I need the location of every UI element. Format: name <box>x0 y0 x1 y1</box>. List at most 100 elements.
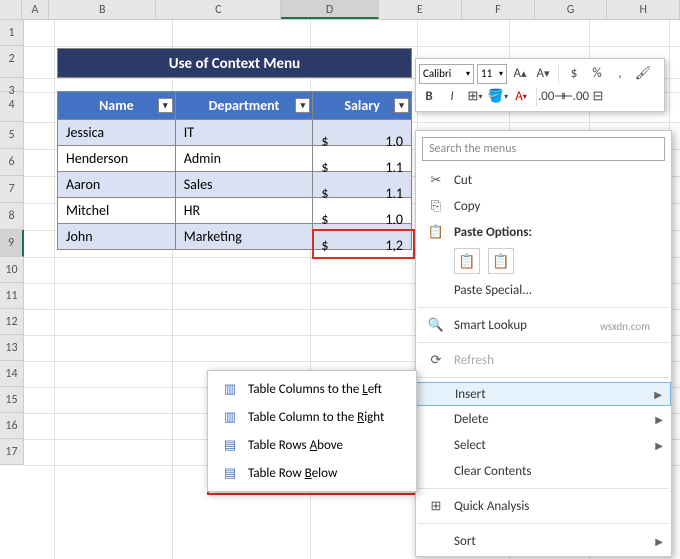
menu-delete[interactable]: Delete▶ <box>416 406 671 432</box>
col-F[interactable]: F <box>462 0 535 19</box>
decrease-font-icon[interactable]: A▾ <box>533 64 553 84</box>
watermark: wsxdn.com <box>600 320 650 333</box>
menu-select[interactable]: Select▶ <box>416 432 671 458</box>
row-17[interactable]: 17 <box>0 439 24 465</box>
submenu-cols-left[interactable]: ▥Table Columns to the Left <box>208 375 416 403</box>
row-5[interactable]: 5 <box>0 122 24 149</box>
menu-clear-contents[interactable]: Clear Contents <box>416 458 671 484</box>
paste-icon: 📋 <box>424 223 448 241</box>
lookup-icon: 🔍 <box>424 316 448 334</box>
fill-color-icon[interactable]: 🪣▾ <box>488 87 508 107</box>
menu-insert[interactable]: Insert▶ <box>416 382 671 406</box>
menu-cut[interactable]: ✂Cut <box>416 167 671 193</box>
submenu-row-below[interactable]: ▤Table Row Below <box>208 459 416 487</box>
percent-format-icon[interactable]: % <box>587 64 607 84</box>
font-color-icon[interactable]: A▾ <box>511 87 531 107</box>
decrease-decimal-icon[interactable]: ←.00 <box>565 87 585 107</box>
cell-salary[interactable]: $1,0 <box>313 198 412 224</box>
row-4[interactable]: 4 <box>0 92 24 122</box>
row-9[interactable]: 9 <box>0 230 24 257</box>
row-10[interactable]: 10 <box>0 257 24 283</box>
copy-icon: ⎘ <box>424 197 448 215</box>
filter-icon[interactable]: ▾ <box>158 98 173 113</box>
insert-col-right-icon: ▥ <box>218 410 242 425</box>
menu-quick-analysis[interactable]: ⊞Quick Analysis <box>416 493 671 519</box>
row-14[interactable]: 14 <box>0 361 24 387</box>
row-12[interactable]: 12 <box>0 309 24 335</box>
refresh-icon: ⟳ <box>424 351 448 369</box>
insert-row-below-icon: ▤ <box>218 466 242 481</box>
row-headers: 1 2 3 4 5 6 7 8 9 10 11 12 13 14 15 16 1… <box>0 20 24 465</box>
cell-name[interactable]: John <box>58 224 176 250</box>
cell-dept[interactable]: Marketing <box>175 224 313 250</box>
cell-salary[interactable]: $1,1 <box>313 172 412 198</box>
comma-format-icon[interactable]: , <box>610 64 630 84</box>
menu-refresh: ⟳Refresh <box>416 347 671 373</box>
col-H[interactable]: H <box>607 0 680 19</box>
cell-salary[interactable]: $1,0 <box>313 120 412 146</box>
cell-name[interactable]: Jessica <box>58 120 176 146</box>
col-G[interactable]: G <box>535 0 608 19</box>
header-name[interactable]: Name▾ <box>58 92 176 120</box>
bold-icon[interactable]: B <box>419 87 439 107</box>
row-6[interactable]: 6 <box>0 149 24 176</box>
filter-icon[interactable]: ▾ <box>295 98 310 113</box>
cell-dept[interactable]: HR <box>175 198 313 224</box>
corner-cell[interactable] <box>0 0 22 19</box>
cut-icon: ✂ <box>424 171 448 189</box>
row-3[interactable]: 3 <box>0 78 24 92</box>
merge-icon[interactable]: ⊟ <box>588 87 608 107</box>
accounting-format-icon[interactable]: $ <box>564 64 584 84</box>
menu-paste-options-label: 📋Paste Options: <box>416 219 671 245</box>
row-2[interactable]: 2 <box>0 46 24 78</box>
insert-row-above-icon: ▤ <box>218 438 242 453</box>
insert-submenu: ▥Table Columns to the Left ▥Table Column… <box>207 370 417 492</box>
font-picker[interactable]: Calibri▾ <box>419 64 474 84</box>
submenu-arrow-icon: ▶ <box>654 388 662 401</box>
header-dept[interactable]: Department▾ <box>175 92 313 120</box>
menu-search-input[interactable]: Search the menus <box>422 137 665 161</box>
increase-font-icon[interactable]: A▴ <box>510 64 530 84</box>
col-A[interactable]: A <box>22 0 49 19</box>
cell-name[interactable]: Henderson <box>58 146 176 172</box>
menu-copy[interactable]: ⎘Copy <box>416 193 671 219</box>
paste-default-icon[interactable]: 📋 <box>454 248 480 274</box>
cell-name[interactable]: Aaron <box>58 172 176 198</box>
italic-icon[interactable]: I <box>442 87 462 107</box>
format-painter-icon[interactable]: 🖌 <box>633 64 653 84</box>
row-13[interactable]: 13 <box>0 335 24 361</box>
row-16[interactable]: 16 <box>0 413 24 439</box>
submenu-arrow-icon: ▶ <box>655 413 663 426</box>
quick-analysis-icon: ⊞ <box>424 497 448 515</box>
insert-col-left-icon: ▥ <box>218 382 242 397</box>
border-icon[interactable]: ⊞▾ <box>465 87 485 107</box>
row-1[interactable]: 1 <box>0 20 24 46</box>
menu-sort[interactable]: Sort▶ <box>416 528 671 554</box>
cell-salary[interactable]: $1,2 <box>313 224 412 250</box>
increase-decimal-icon[interactable]: .00→ <box>542 87 562 107</box>
filter-icon[interactable]: ▾ <box>394 98 409 113</box>
context-menu: Search the menus ✂Cut ⎘Copy 📋Paste Optio… <box>415 130 672 557</box>
cell-salary[interactable]: $1,1 <box>313 146 412 172</box>
row-11[interactable]: 11 <box>0 283 24 309</box>
col-C[interactable]: C <box>156 0 281 19</box>
header-salary[interactable]: Salary▾ <box>313 92 412 120</box>
title-cell: Use of Context Menu <box>57 48 412 78</box>
row-15[interactable]: 15 <box>0 387 24 413</box>
col-E[interactable]: E <box>379 0 463 19</box>
submenu-rows-above[interactable]: ▤Table Rows Above <box>208 431 416 459</box>
cell-dept[interactable]: Sales <box>175 172 313 198</box>
cell-dept[interactable]: Admin <box>175 146 313 172</box>
paste-values-icon[interactable]: 📋 <box>488 248 514 274</box>
col-B[interactable]: B <box>49 0 156 19</box>
col-D[interactable]: D <box>281 0 378 19</box>
submenu-col-right[interactable]: ▥Table Column to the Right <box>208 403 416 431</box>
row-8[interactable]: 8 <box>0 203 24 230</box>
column-headers: A B C D E F G H <box>0 0 680 20</box>
cell-dept[interactable]: IT <box>175 120 313 146</box>
submenu-arrow-icon: ▶ <box>655 535 663 548</box>
font-size-picker[interactable]: 11▾ <box>477 64 507 84</box>
cell-name[interactable]: Mitchel <box>58 198 176 224</box>
row-7[interactable]: 7 <box>0 176 24 203</box>
menu-paste-special[interactable]: Paste Special... <box>416 277 671 303</box>
